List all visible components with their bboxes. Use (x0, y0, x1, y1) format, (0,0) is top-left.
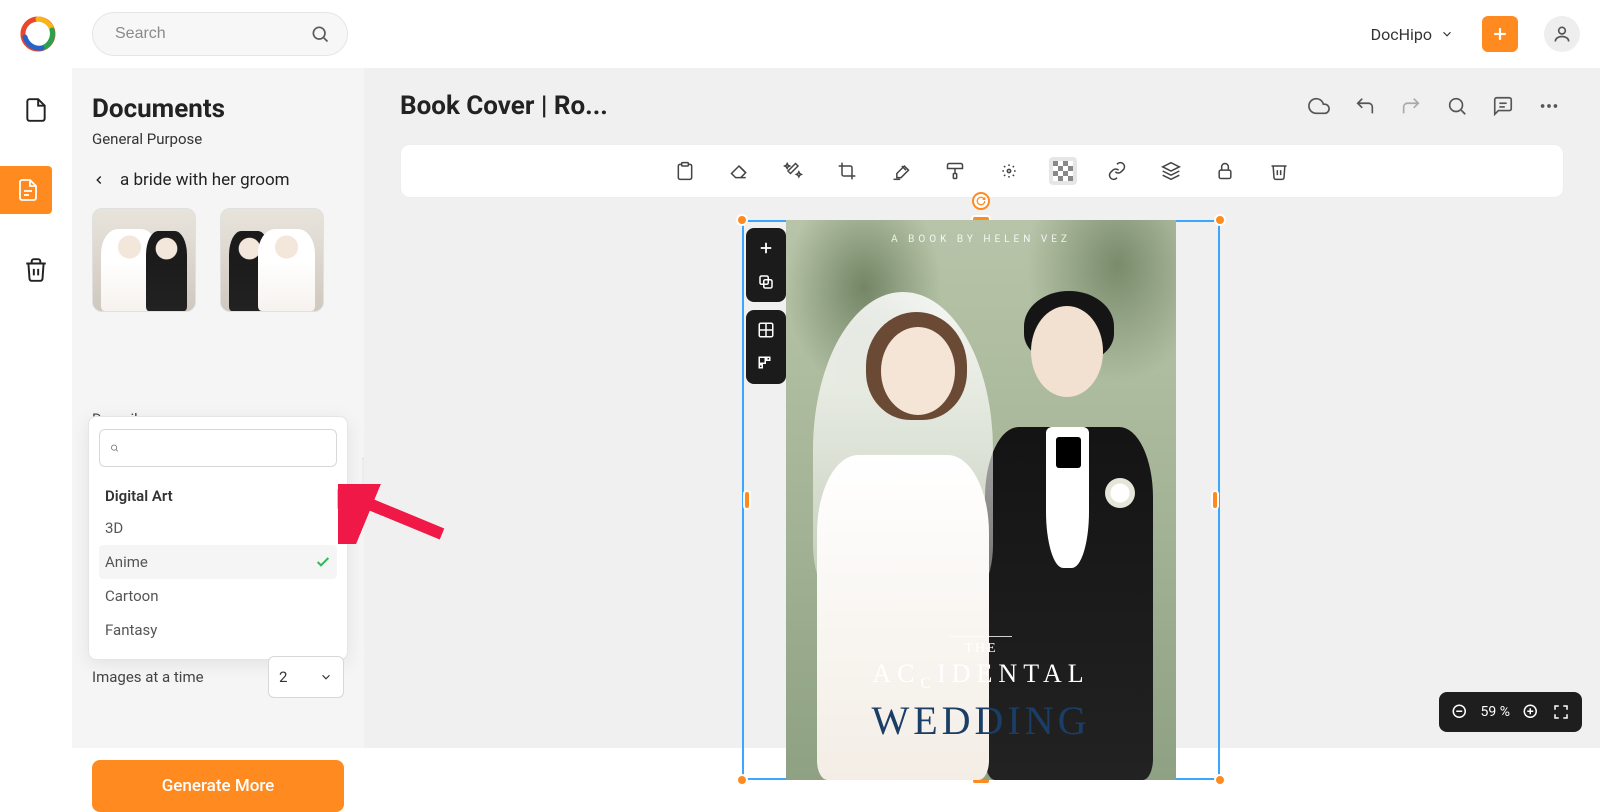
undo-button[interactable] (1350, 91, 1380, 121)
more-menu-button[interactable] (1534, 91, 1564, 121)
style-option-3d[interactable]: 3D (99, 511, 337, 545)
cover-title-l2c: IDENTAL (937, 659, 1090, 688)
style-group: Digital Art (99, 477, 337, 511)
result-thumbs (92, 208, 344, 312)
selection-float-tools (746, 228, 786, 384)
link-icon[interactable] (1103, 157, 1131, 185)
highlight-icon[interactable] (887, 157, 915, 185)
zoom-bar: 59 % (1439, 692, 1582, 732)
grid-button[interactable] (752, 316, 780, 344)
clipboard-icon[interactable] (671, 157, 699, 185)
zoom-out-button[interactable] (1451, 703, 1469, 721)
panel-title: Documents (92, 94, 344, 124)
cover-title: THE ACCIDENTAL WEDDING (786, 636, 1176, 744)
style-option-cartoon[interactable]: Cartoon (99, 579, 337, 613)
lock-icon[interactable] (1211, 157, 1239, 185)
panel-subtitle: General Purpose (92, 130, 344, 148)
chevron-down-icon (319, 670, 333, 684)
workspace-name: DocHipo (1371, 25, 1432, 44)
profile-button[interactable] (1544, 16, 1580, 52)
resize-handle-r[interactable] (1211, 490, 1219, 510)
generate-label: Generate More (162, 776, 275, 796)
rail-trash[interactable] (12, 246, 60, 294)
delete-icon[interactable] (1265, 157, 1293, 185)
resize-handle-br[interactable] (1214, 774, 1226, 786)
style-search[interactable] (99, 429, 337, 467)
style-option-fantasy[interactable]: Fantasy (99, 613, 337, 647)
style-option-label: Anime (105, 553, 148, 571)
sparkle-icon[interactable] (995, 157, 1023, 185)
magic-icon[interactable] (779, 157, 807, 185)
rail-documents[interactable] (12, 86, 60, 134)
editor-header: Book Cover | Ro... (364, 68, 1600, 144)
cover-title-l2b: C (920, 675, 937, 692)
prompt-label: a bride with her groom (120, 170, 290, 190)
cover-title-the: THE (950, 636, 1011, 657)
search-wrap (92, 12, 348, 56)
resize-handle-tr[interactable] (1214, 214, 1226, 226)
paint-icon[interactable] (941, 157, 969, 185)
cover-title-l3: WEDDING (786, 697, 1176, 744)
panel-back-button[interactable]: a bride with her groom (92, 170, 344, 190)
comments-button[interactable] (1488, 91, 1518, 121)
add-element-button[interactable] (752, 234, 780, 262)
doc-title[interactable]: Book Cover | Ro... (400, 91, 608, 121)
zoom-level[interactable]: 59 % (1481, 704, 1510, 720)
thumb-2[interactable] (220, 208, 324, 312)
rail-ai-image[interactable] (0, 166, 52, 214)
images-count-label: Images at a time (92, 668, 204, 686)
workspace-dropdown[interactable]: DocHipo (1371, 25, 1454, 44)
search-icon (310, 24, 330, 44)
transparency-icon[interactable] (1049, 157, 1077, 185)
style-search-input[interactable] (127, 440, 326, 457)
style-option-anime[interactable]: Anime (99, 545, 337, 579)
fullscreen-button[interactable] (1552, 703, 1570, 721)
create-button[interactable] (1482, 16, 1518, 52)
search-icon (110, 439, 119, 457)
rotate-handle[interactable] (972, 192, 990, 210)
redo-button[interactable] (1396, 91, 1426, 121)
images-count-value: 2 (279, 668, 287, 686)
context-toolbar (400, 144, 1564, 198)
check-icon (315, 554, 331, 570)
style-dropdown: Digital Art 3D Anime Cartoon Fantasy (88, 416, 348, 660)
dropdown-scrollbar[interactable] (337, 487, 345, 511)
resize-handle-l[interactable] (743, 490, 751, 510)
layers-icon[interactable] (1157, 157, 1185, 185)
chevron-down-icon (1440, 27, 1454, 41)
crop-icon[interactable] (833, 157, 861, 185)
side-panel: Documents General Purpose a bride with h… (72, 68, 364, 748)
style-option-label: 3D (105, 519, 123, 537)
duplicate-button[interactable] (752, 268, 780, 296)
images-count-select[interactable]: 2 (268, 656, 344, 698)
eraser-icon[interactable] (725, 157, 753, 185)
search-canvas-button[interactable] (1442, 91, 1472, 121)
book-cover-canvas[interactable]: A BOOK BY HELEN VEZ THE ACCIDENTAL WEDDI… (786, 220, 1176, 780)
editor-area: Book Cover | Ro... (364, 68, 1600, 748)
nav-rail (0, 68, 72, 748)
top-bar: DocHipo (0, 0, 1600, 68)
cover-byline: A BOOK BY HELEN VEZ (786, 234, 1176, 245)
style-option-label: Cartoon (105, 587, 159, 605)
position-button[interactable] (752, 350, 780, 378)
zoom-in-button[interactable] (1522, 703, 1540, 721)
canvas-selection[interactable]: A BOOK BY HELEN VEZ THE ACCIDENTAL WEDDI… (742, 220, 1220, 780)
cover-title-l2a: AC (872, 659, 920, 688)
app-logo (20, 16, 56, 52)
generate-more-button[interactable]: Generate More (92, 760, 344, 812)
resize-handle-bl[interactable] (736, 774, 748, 786)
chevron-left-icon (92, 173, 106, 187)
resize-handle-tl[interactable] (736, 214, 748, 226)
images-count-row: Images at a time 2 (92, 656, 344, 698)
style-option-label: Fantasy (105, 621, 157, 639)
cloud-sync-icon[interactable] (1304, 91, 1334, 121)
thumb-1[interactable] (92, 208, 196, 312)
